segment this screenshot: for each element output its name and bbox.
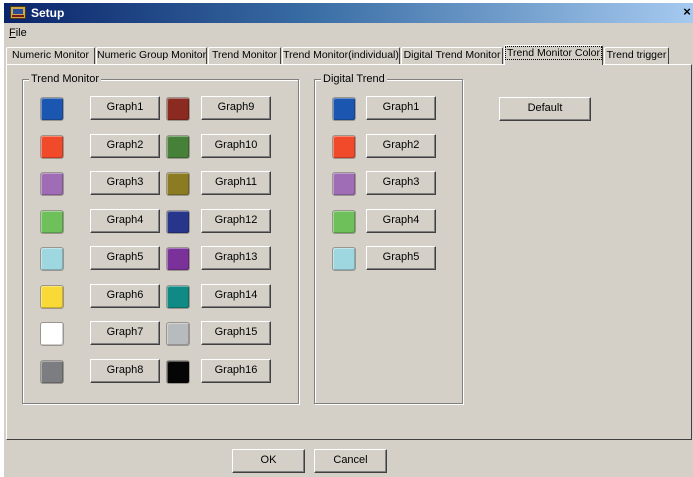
tab-label: Trend Monitor — [212, 49, 277, 61]
graph-button[interactable]: Graph5 — [90, 246, 160, 270]
graph-button[interactable]: Graph3 — [366, 171, 436, 195]
tab-trend-monitor[interactable]: Trend Monitor — [208, 47, 281, 64]
color-swatch[interactable] — [166, 97, 190, 121]
tab-strip: Numeric Monitor Numeric Group Monitor Tr… — [4, 45, 693, 65]
graph-button[interactable]: Graph14 — [201, 284, 271, 308]
menu-file-accelerator: F — [9, 27, 16, 39]
graph-button[interactable]: Graph12 — [201, 209, 271, 233]
graph-button[interactable]: Graph11 — [201, 171, 271, 195]
graph-button[interactable]: Graph13 — [201, 246, 271, 270]
ok-button[interactable]: OK — [232, 449, 305, 473]
menu-file[interactable]: File — [9, 27, 27, 39]
menu-bar: File — [4, 25, 693, 41]
graph-button[interactable]: Graph1 — [366, 96, 436, 120]
color-swatch[interactable] — [332, 247, 356, 271]
graph-button[interactable]: Graph7 — [90, 321, 160, 345]
tab-trend-monitor-color[interactable]: Trend Monitor Color — [504, 45, 603, 65]
tab-label: Trend Monitor(individual) — [283, 49, 399, 61]
title-bar[interactable]: Setup × — [4, 3, 693, 23]
color-swatch[interactable] — [40, 210, 64, 234]
graph-button[interactable]: Graph16 — [201, 359, 271, 383]
trend-monitor-group: Trend Monitor Graph1 Graph2 Graph3 Graph4 Gr… — [22, 72, 299, 404]
window-title: Setup — [31, 6, 65, 20]
color-swatch[interactable] — [166, 135, 190, 159]
graph-button[interactable]: Graph9 — [201, 96, 271, 120]
graph-button[interactable]: Graph8 — [90, 359, 160, 383]
tab-numeric-group-monitor[interactable]: Numeric Group Monitor — [96, 47, 207, 64]
color-swatch[interactable] — [40, 285, 64, 309]
tab-trend-trigger[interactable]: Trend trigger — [604, 47, 669, 64]
graph-button[interactable]: Graph1 — [90, 96, 160, 120]
tab-label: Numeric Group Monitor — [97, 49, 207, 61]
tab-label: Digital Trend Monitor — [403, 49, 501, 61]
tab-numeric-monitor[interactable]: Numeric Monitor — [6, 47, 95, 64]
group-title: Digital Trend — [321, 72, 387, 86]
graph-button[interactable]: Graph5 — [366, 246, 436, 270]
graph-button[interactable]: Graph4 — [366, 209, 436, 233]
color-swatch[interactable] — [332, 97, 356, 121]
color-swatch[interactable] — [332, 135, 356, 159]
color-swatch[interactable] — [166, 210, 190, 234]
color-swatch[interactable] — [166, 285, 190, 309]
tab-label: Numeric Monitor — [11, 49, 90, 61]
graph-button[interactable]: Graph10 — [201, 134, 271, 158]
color-swatch[interactable] — [166, 360, 190, 384]
color-swatch[interactable] — [166, 247, 190, 271]
tab-trend-monitor-individual[interactable]: Trend Monitor(individual) — [282, 47, 400, 64]
graph-button[interactable]: Graph2 — [366, 134, 436, 158]
color-swatch[interactable] — [40, 322, 64, 346]
tab-label: Trend trigger — [606, 49, 667, 61]
color-swatch[interactable] — [40, 360, 64, 384]
color-swatch[interactable] — [332, 172, 356, 196]
color-swatch[interactable] — [40, 97, 64, 121]
graph-button[interactable]: Graph4 — [90, 209, 160, 233]
graph-button[interactable]: Graph6 — [90, 284, 160, 308]
tab-label: Trend Monitor Color — [505, 46, 602, 60]
color-swatch[interactable] — [166, 322, 190, 346]
color-swatch[interactable] — [40, 247, 64, 271]
digital-trend-group: Digital Trend Graph1 Graph2 Graph3 Graph4 Gr… — [314, 72, 463, 404]
cancel-button[interactable]: Cancel — [314, 449, 387, 473]
default-button[interactable]: Default — [499, 97, 591, 121]
app-icon — [10, 6, 26, 19]
tab-digital-trend-monitor[interactable]: Digital Trend Monitor — [401, 47, 503, 64]
menu-file-label: ile — [15, 27, 27, 39]
graph-button[interactable]: Graph2 — [90, 134, 160, 158]
color-swatch[interactable] — [166, 172, 190, 196]
graph-button[interactable]: Graph15 — [201, 321, 271, 345]
graph-button[interactable]: Graph3 — [90, 171, 160, 195]
setup-window: Setup × File Numeric Monitor Numeric Gro… — [3, 2, 693, 477]
close-button[interactable]: × — [680, 5, 693, 19]
tab-panel-trend-monitor-color: Trend Monitor Graph1 Graph2 Graph3 Graph4 Gr… — [6, 64, 692, 440]
color-swatch[interactable] — [40, 172, 64, 196]
group-title: Trend Monitor — [29, 72, 102, 86]
color-swatch[interactable] — [40, 135, 64, 159]
color-swatch[interactable] — [332, 210, 356, 234]
